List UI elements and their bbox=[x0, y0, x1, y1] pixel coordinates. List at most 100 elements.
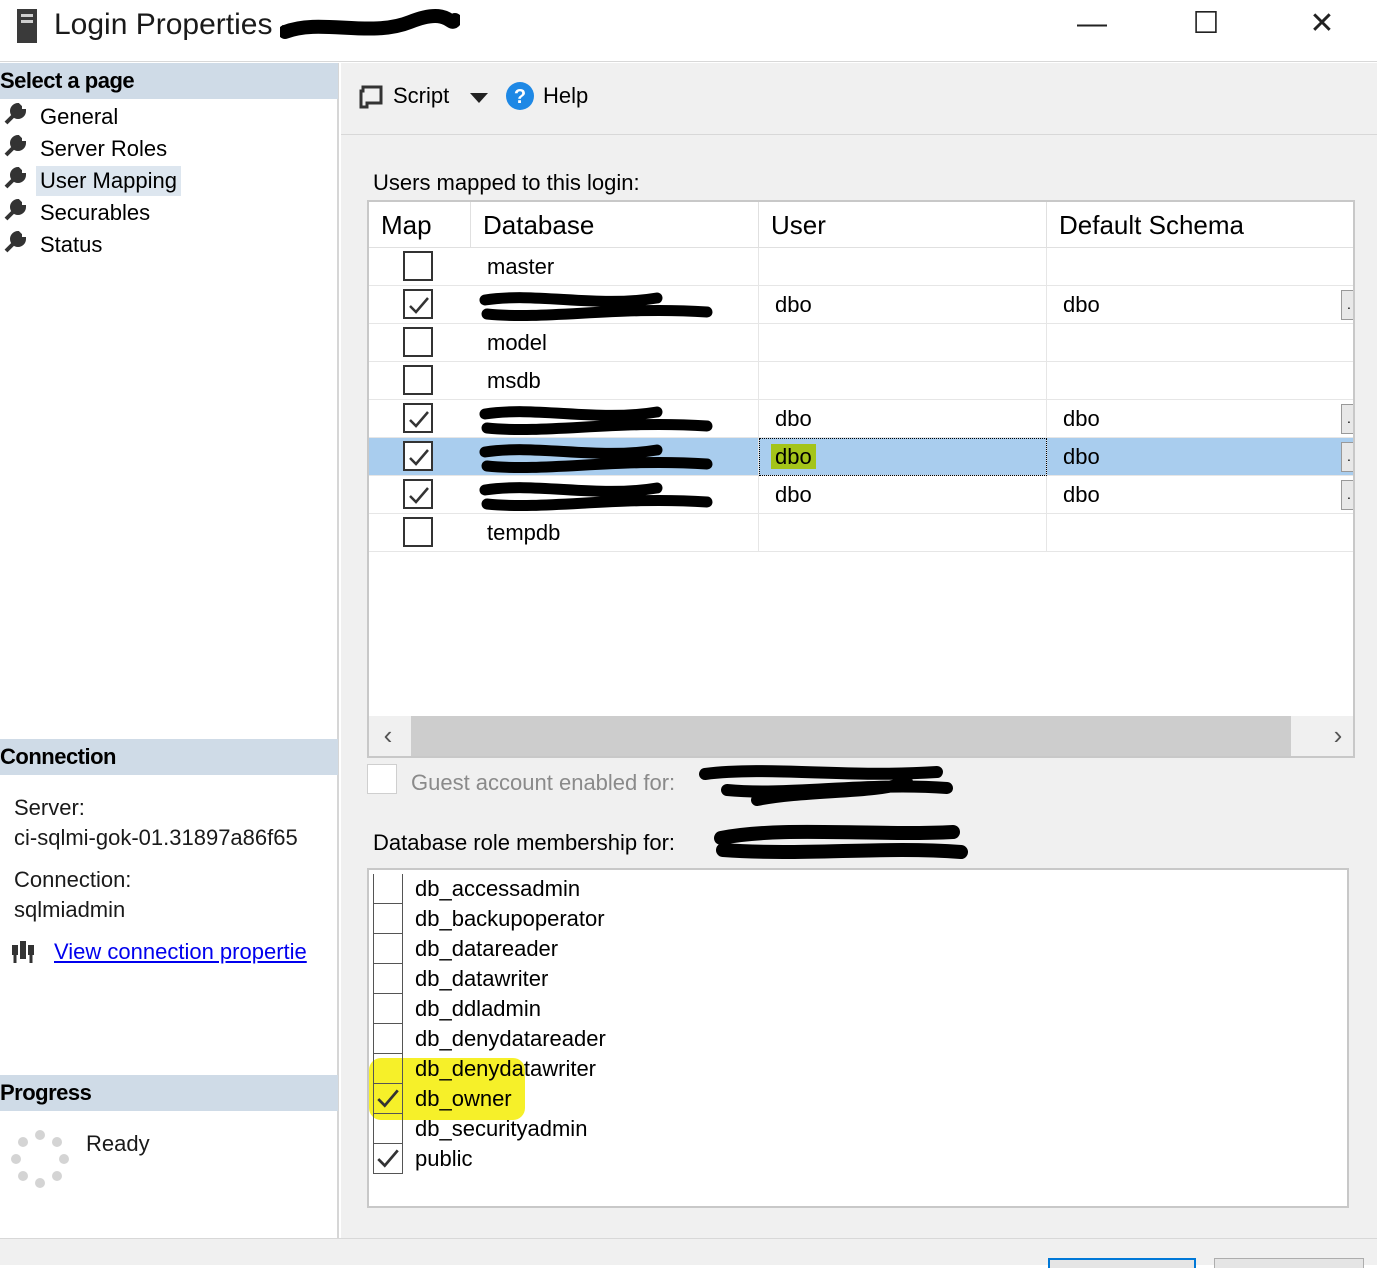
chevron-down-icon[interactable] bbox=[469, 91, 489, 105]
redaction-mark bbox=[479, 482, 713, 512]
close-button[interactable]: ✕ bbox=[1292, 8, 1352, 44]
redaction-mark bbox=[479, 292, 713, 322]
database-cell[interactable]: model bbox=[471, 324, 759, 362]
user-cell[interactable]: dbo bbox=[759, 400, 1047, 438]
connection-value: sqlmiadmin bbox=[14, 897, 126, 922]
wrench-icon bbox=[4, 197, 30, 229]
browse-schema-button[interactable]: . bbox=[1341, 404, 1353, 434]
database-cell[interactable]: msdb bbox=[471, 362, 759, 400]
grid-row[interactable]: dbo dbo. bbox=[369, 476, 1353, 514]
column-header-user[interactable]: User bbox=[759, 202, 1047, 248]
grid-row[interactable]: model bbox=[369, 324, 1353, 362]
role-checkbox[interactable] bbox=[373, 1084, 403, 1114]
progress-status: Ready bbox=[86, 1131, 150, 1156]
progress-header: Progress bbox=[0, 1075, 338, 1111]
role-checkbox[interactable] bbox=[373, 1054, 403, 1084]
role-label: db_securityadmin bbox=[415, 1116, 588, 1141]
page-status[interactable]: Status bbox=[4, 229, 106, 259]
scroll-right-icon[interactable]: › bbox=[1323, 720, 1353, 750]
scroll-left-icon[interactable]: ‹ bbox=[373, 720, 403, 750]
connection-header: Connection bbox=[0, 739, 338, 775]
page-securables[interactable]: Securables bbox=[4, 197, 154, 227]
role-checkbox[interactable] bbox=[373, 1024, 403, 1054]
user-cell[interactable] bbox=[759, 324, 1047, 362]
role-checkbox[interactable] bbox=[373, 904, 403, 934]
checkmark-icon bbox=[377, 1149, 399, 1168]
user-cell[interactable] bbox=[759, 248, 1047, 286]
schema-cell[interactable]: dbo bbox=[1047, 286, 1353, 324]
schema-cell[interactable]: dbo bbox=[1047, 438, 1353, 476]
schema-cell[interactable] bbox=[1047, 324, 1353, 362]
role-checkbox[interactable] bbox=[373, 994, 403, 1024]
grid-row[interactable]: dbo dbo. bbox=[369, 400, 1353, 438]
schema-cell[interactable] bbox=[1047, 362, 1353, 400]
role-checkbox[interactable] bbox=[373, 964, 403, 994]
schema-cell[interactable]: dbo bbox=[1047, 400, 1353, 438]
wrench-icon bbox=[4, 101, 30, 133]
map-checkbox[interactable] bbox=[403, 403, 433, 433]
user-value: dbo bbox=[775, 482, 812, 507]
role-checkbox[interactable] bbox=[373, 934, 403, 964]
map-checkbox[interactable] bbox=[403, 289, 433, 319]
right-panel: Script ? Help Users mapped to this login… bbox=[341, 63, 1377, 1238]
browse-schema-button[interactable]: . bbox=[1341, 480, 1353, 510]
map-checkbox[interactable] bbox=[403, 251, 433, 281]
ok-button[interactable] bbox=[1048, 1258, 1196, 1268]
grid-row[interactable]: master bbox=[369, 248, 1353, 286]
guest-account-checkbox[interactable] bbox=[367, 764, 397, 794]
map-checkbox[interactable] bbox=[403, 365, 433, 395]
role-label: db_datareader bbox=[415, 936, 559, 961]
grid-row[interactable]: msdb bbox=[369, 362, 1353, 400]
schema-cell[interactable]: dbo bbox=[1047, 476, 1353, 514]
minimize-button[interactable]: — bbox=[1062, 8, 1122, 44]
grid-row[interactable]: dbo dbo. bbox=[369, 438, 1353, 476]
browse-schema-button[interactable]: . bbox=[1341, 442, 1353, 472]
maximize-button[interactable]: ☐ bbox=[1176, 8, 1236, 44]
script-button[interactable]: Script bbox=[393, 81, 449, 111]
page-label: Server Roles bbox=[40, 136, 168, 162]
page-label: Status bbox=[40, 232, 103, 258]
column-header-map[interactable]: Map bbox=[369, 202, 471, 248]
user-mapping-content: Users mapped to this login: Map Database… bbox=[341, 136, 1377, 1238]
cancel-button[interactable] bbox=[1214, 1258, 1364, 1268]
role-label: public bbox=[415, 1146, 473, 1171]
database-cell[interactable]: master bbox=[471, 248, 759, 286]
user-cell[interactable] bbox=[759, 362, 1047, 400]
redaction-mark bbox=[479, 406, 713, 436]
role-checkbox[interactable] bbox=[373, 1144, 403, 1174]
grid-row[interactable]: tempdb bbox=[369, 514, 1353, 552]
user-value: dbo bbox=[775, 292, 812, 317]
user-cell[interactable] bbox=[759, 514, 1047, 552]
map-checkbox[interactable] bbox=[403, 517, 433, 547]
svg-text:?: ? bbox=[514, 86, 526, 108]
page-general[interactable]: General bbox=[4, 101, 122, 131]
role-label: db_datawriter bbox=[415, 966, 549, 991]
user-cell[interactable]: dbo bbox=[759, 438, 1047, 476]
map-checkbox[interactable] bbox=[403, 327, 433, 357]
browse-schema-button[interactable]: . bbox=[1341, 290, 1353, 320]
schema-cell[interactable] bbox=[1047, 514, 1353, 552]
role-label: db_backupoperator bbox=[415, 906, 605, 931]
map-checkbox[interactable] bbox=[403, 441, 433, 471]
user-cell[interactable]: dbo bbox=[759, 476, 1047, 514]
map-checkbox[interactable] bbox=[403, 479, 433, 509]
role-checkbox[interactable] bbox=[373, 1114, 403, 1144]
grid-row[interactable]: dbo dbo. bbox=[369, 286, 1353, 324]
column-header-default-schema[interactable]: Default Schema bbox=[1047, 202, 1353, 248]
help-icon: ? bbox=[506, 82, 534, 110]
horizontal-scrollbar[interactable]: ‹ › bbox=[369, 716, 1353, 756]
scroll-thumb[interactable] bbox=[411, 716, 1291, 756]
column-header-database[interactable]: Database bbox=[471, 202, 759, 248]
page-server-roles[interactable]: Server Roles bbox=[4, 133, 171, 163]
page-user-mapping[interactable]: User Mapping bbox=[4, 165, 181, 197]
page-label: Securables bbox=[40, 200, 151, 226]
user-cell[interactable]: dbo bbox=[759, 286, 1047, 324]
schema-cell[interactable] bbox=[1047, 248, 1353, 286]
database-cell[interactable]: tempdb bbox=[471, 514, 759, 552]
checkmark-icon bbox=[409, 411, 429, 428]
role-checkbox[interactable] bbox=[373, 874, 403, 904]
server-icon bbox=[17, 9, 37, 43]
help-button[interactable]: Help bbox=[543, 81, 588, 111]
view-connection-properties-link[interactable]: View connection propertie bbox=[54, 939, 307, 965]
user-value: dbo bbox=[775, 406, 812, 431]
